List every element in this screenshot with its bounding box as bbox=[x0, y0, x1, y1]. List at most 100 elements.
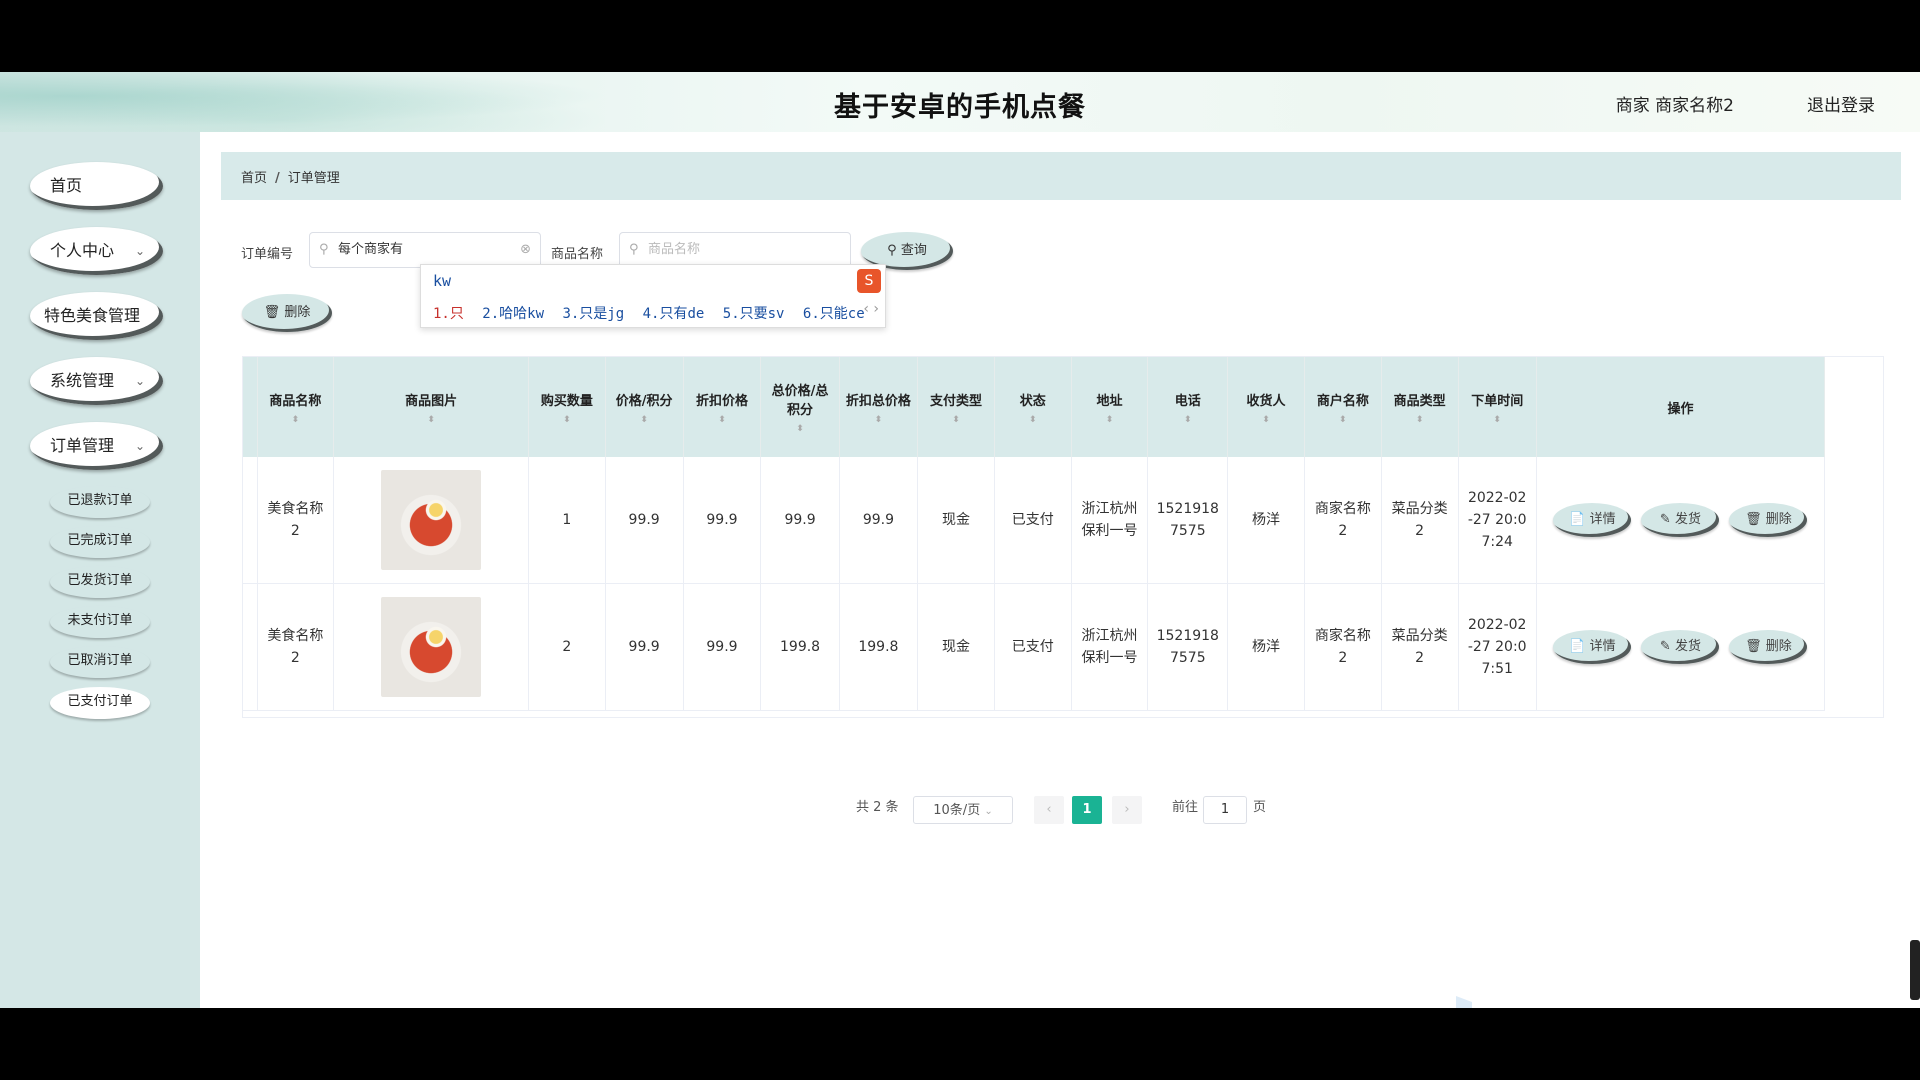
column-header[interactable]: 折扣总价格 ⬍ bbox=[839, 357, 919, 457]
page-size-select[interactable]: 10条/页 ⌄ bbox=[913, 796, 1013, 824]
column-header[interactable]: 状态 ⬍ bbox=[994, 357, 1072, 457]
cell-phone: 1521918 7575 bbox=[1147, 583, 1229, 711]
cell-address: 浙江杭州 保利一号 bbox=[1071, 583, 1149, 711]
delete-button[interactable]: 🗑 删除 bbox=[1729, 503, 1808, 537]
column-header[interactable]: 购买数量 ⬍ bbox=[528, 357, 606, 457]
sort-icon[interactable]: ⬍ bbox=[264, 415, 328, 425]
menu-label: 首页 bbox=[50, 176, 83, 195]
cell-time: 2022-02 -27 20:0 7:51 bbox=[1458, 583, 1537, 711]
column-header-label: 地址 bbox=[1096, 393, 1123, 409]
app-window: 基于安卓的手机点餐 商家 商家名称2 退出登录 首页 个人中心 ⌄ 特色美食管理 … bbox=[0, 72, 1920, 1008]
menu-food-management[interactable]: 特色美食管理 bbox=[30, 292, 163, 340]
query-label: 查询 bbox=[900, 243, 927, 258]
submenu-refunded-orders[interactable]: 已退款订单 bbox=[50, 486, 150, 518]
column-header[interactable]: 收货人 ⬍ bbox=[1227, 357, 1305, 457]
cell-discount: 99.9 bbox=[683, 583, 762, 711]
trash-icon: 🗑 bbox=[1745, 639, 1766, 654]
breadcrumb-separator: / bbox=[275, 171, 280, 186]
column-header[interactable]: 折扣价格 ⬍ bbox=[683, 357, 762, 457]
submenu-unpaid-orders[interactable]: 未支付订单 bbox=[50, 606, 150, 638]
menu-label: 特色美食管理 bbox=[44, 306, 141, 325]
cell-name: 美食名称 2 bbox=[257, 583, 335, 711]
trash-icon: 🗑 bbox=[1745, 512, 1766, 527]
sort-icon[interactable]: ⬍ bbox=[1465, 415, 1530, 425]
sort-icon[interactable]: ⬍ bbox=[1388, 415, 1452, 425]
sort-icon[interactable]: ⬍ bbox=[767, 424, 832, 434]
chevron-down-icon: ⌄ bbox=[984, 806, 993, 817]
ship-button[interactable]: ✎ 发货 bbox=[1641, 503, 1720, 537]
menu-order-management[interactable]: 订单管理 ⌄ bbox=[30, 422, 163, 470]
ime-candidate[interactable]: 2.哈哈kw bbox=[482, 306, 544, 322]
column-header-label: 支付类型 bbox=[929, 393, 982, 409]
sort-icon[interactable]: ⬍ bbox=[1234, 415, 1298, 425]
cell-order-no: 7 7 2 bbox=[243, 457, 258, 584]
sort-icon[interactable]: ⬍ bbox=[846, 415, 911, 425]
submenu-shipped-orders[interactable]: 已发货订单 bbox=[50, 566, 150, 598]
batch-delete-button[interactable]: 🗑 删除 bbox=[242, 294, 332, 332]
menu-system-management[interactable]: 系统管理 ⌄ bbox=[30, 357, 163, 405]
column-header[interactable]: 商户名称 ⬍ bbox=[1304, 357, 1382, 457]
cell-discount-total: 199.8 bbox=[839, 583, 919, 711]
delete-button[interactable]: 🗑 删除 bbox=[1729, 630, 1808, 664]
logout-link[interactable]: 退出登录 bbox=[1807, 91, 1875, 116]
column-header[interactable]: 商品名称 ⬍ bbox=[257, 357, 335, 457]
detail-button[interactable]: 📄 详情 bbox=[1553, 503, 1632, 537]
column-header[interactable]: 商品类型 ⬍ bbox=[1381, 357, 1459, 457]
clear-icon[interactable]: ⊗ bbox=[520, 233, 531, 267]
chevron-down-icon: ⌄ bbox=[134, 244, 145, 258]
submenu-paid-orders[interactable]: 已支付订单 bbox=[50, 687, 150, 719]
column-header[interactable]: 总价格/总积分 ⬍ bbox=[760, 357, 840, 457]
cell-pay: 现金 bbox=[917, 457, 995, 584]
sort-icon[interactable]: ⬍ bbox=[1311, 415, 1375, 425]
sort-icon[interactable]: ⬍ bbox=[924, 415, 988, 425]
scrollbar-thumb[interactable] bbox=[1910, 940, 1920, 1000]
product-image bbox=[381, 470, 482, 570]
cell-price: 99.9 bbox=[605, 457, 684, 584]
cell-type: 菜品分类 2 bbox=[1381, 583, 1459, 711]
sort-icon[interactable]: ⬍ bbox=[1001, 415, 1065, 425]
cell-pay: 现金 bbox=[917, 583, 995, 711]
ship-label: 发货 bbox=[1674, 512, 1701, 527]
page-number-current[interactable]: 1 bbox=[1072, 796, 1102, 824]
column-header[interactable]: 商品图片 ⬍ bbox=[333, 357, 529, 457]
cell-discount: 99.9 bbox=[683, 457, 762, 584]
delete-label: 删除 bbox=[284, 305, 311, 320]
sort-icon[interactable]: ⬍ bbox=[690, 415, 755, 425]
ime-candidate[interactable]: 5.只要sv bbox=[723, 306, 785, 322]
product-image-cell bbox=[333, 457, 529, 584]
ship-button[interactable]: ✎ 发货 bbox=[1641, 630, 1720, 664]
submenu-completed-orders[interactable]: 已完成订单 bbox=[50, 526, 150, 558]
ime-page-nav-icon[interactable]: ‹ › bbox=[863, 301, 879, 317]
column-header[interactable]: 电话 ⬍ bbox=[1147, 357, 1229, 457]
submenu-cancelled-orders[interactable]: 已取消订单 bbox=[50, 646, 150, 678]
ime-candidate[interactable]: 3.只是jg bbox=[562, 306, 624, 322]
goto-page-input[interactable]: 1 bbox=[1203, 796, 1247, 824]
column-header-label: 折扣总价格 bbox=[845, 393, 911, 409]
ime-candidate[interactable]: 4.只有de bbox=[643, 306, 705, 322]
ime-candidate[interactable]: 6.只能ce bbox=[803, 306, 865, 322]
sort-icon[interactable]: ⬍ bbox=[612, 415, 677, 425]
sort-icon[interactable]: ⬍ bbox=[1078, 415, 1142, 425]
sort-icon[interactable]: ⬍ bbox=[1154, 415, 1221, 425]
column-header[interactable]: 地址 ⬍ bbox=[1071, 357, 1149, 457]
sort-icon[interactable]: ⬍ bbox=[535, 415, 599, 425]
order-number-input[interactable]: ⚲ 每个商家有 ⊗ bbox=[309, 232, 541, 268]
menu-home[interactable]: 首页 bbox=[30, 162, 163, 210]
product-name-input[interactable]: ⚲ 商品名称 bbox=[619, 232, 851, 268]
column-header[interactable]: 支付类型 ⬍ bbox=[917, 357, 995, 457]
delete-label: 删除 bbox=[1765, 639, 1792, 654]
prev-page-icon[interactable]: ‹ bbox=[1034, 796, 1064, 824]
column-header[interactable]: 价格/积分 ⬍ bbox=[605, 357, 684, 457]
search-icon: ⚲ bbox=[629, 242, 639, 257]
column-header[interactable]: 下单时间 ⬍ bbox=[1458, 357, 1537, 457]
breadcrumb: 首页 / 订单管理 bbox=[241, 167, 340, 186]
next-page-icon[interactable]: › bbox=[1112, 796, 1142, 824]
ime-candidate[interactable]: 1.只 bbox=[433, 306, 464, 322]
sort-icon[interactable]: ⬍ bbox=[340, 415, 522, 425]
cell-status: 已支付 bbox=[994, 583, 1072, 711]
product-name-label: 商品名称 bbox=[551, 247, 604, 262]
breadcrumb-home[interactable]: 首页 bbox=[241, 171, 267, 186]
menu-personal-center[interactable]: 个人中心 ⌄ bbox=[30, 227, 163, 275]
detail-button[interactable]: 📄 详情 bbox=[1553, 630, 1632, 664]
product-image bbox=[381, 597, 482, 697]
